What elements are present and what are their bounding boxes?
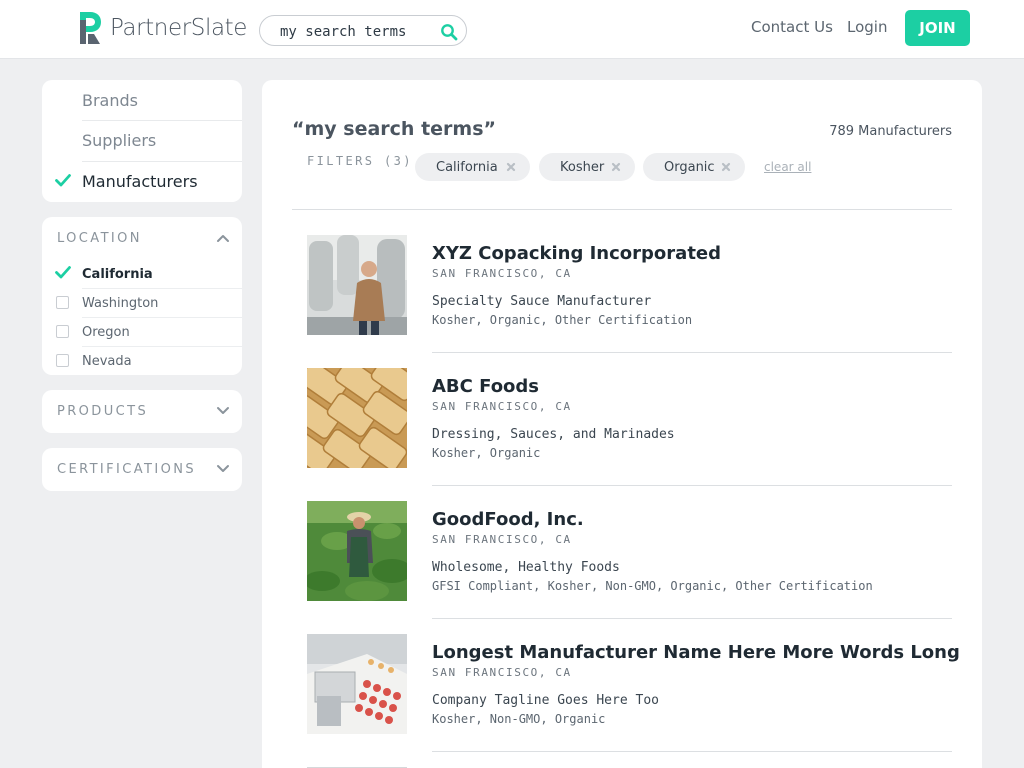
result-image[interactable] <box>307 634 407 734</box>
close-icon[interactable] <box>610 161 622 173</box>
result-name[interactable]: ABC Foods <box>432 376 539 397</box>
close-icon[interactable] <box>720 161 732 173</box>
type-item-brands[interactable]: Brands <box>82 80 242 121</box>
location-label: Oregon <box>82 324 130 340</box>
type-item-label: Brands <box>82 91 138 110</box>
search-input[interactable] <box>280 22 430 41</box>
clear-all-link[interactable]: clear all <box>764 160 811 174</box>
chevron-up-icon[interactable] <box>216 233 230 243</box>
type-selector: Brands Suppliers Manufacturers <box>42 80 242 202</box>
divider <box>432 618 952 619</box>
type-item-label: Manufacturers <box>82 172 198 191</box>
result-name[interactable]: Longest Manufacturer Name Here More Word… <box>432 642 960 663</box>
result-location: SAN FRANCISCO, CA <box>432 533 572 546</box>
chip-label: Kosher <box>560 159 605 175</box>
join-button[interactable]: JOIN <box>905 10 970 46</box>
result-location: SAN FRANCISCO, CA <box>432 400 572 413</box>
search-bar <box>259 15 467 46</box>
products-title: PRODUCTS <box>57 404 149 419</box>
result-location: SAN FRANCISCO, CA <box>432 666 572 679</box>
divider <box>292 209 952 210</box>
query-title: “my search terms” <box>292 118 497 140</box>
chip-label: Organic <box>664 159 715 175</box>
result-tagline: Specialty Sauce Manufacturer <box>432 294 652 309</box>
top-header: PartnerSlate Contact Us Login JOIN <box>0 0 1024 59</box>
location-title: LOCATION <box>57 231 142 246</box>
checkmark-icon <box>55 174 71 187</box>
result-name[interactable]: GoodFood, Inc. <box>432 509 584 530</box>
result-certifications: Kosher, Organic, Other Certification <box>432 313 693 327</box>
location-item-california[interactable]: California <box>82 260 153 288</box>
checkbox[interactable] <box>56 325 69 338</box>
type-item-manufacturers[interactable]: Manufacturers <box>82 161 242 202</box>
result-item[interactable]: ABC Foods SAN FRANCISCO, CA Dressing, Sa… <box>307 368 952 501</box>
results-panel: “my search terms” 789 Manufacturers FILT… <box>262 80 982 768</box>
contact-us-link[interactable]: Contact Us <box>751 18 833 36</box>
location-item-oregon[interactable]: Oregon <box>82 318 130 346</box>
divider <box>432 751 952 752</box>
brand-logo[interactable]: PartnerSlate <box>80 12 247 44</box>
location-filter: LOCATION California Washington Oregon Ne… <box>42 217 242 375</box>
products-filter[interactable]: PRODUCTS <box>42 390 242 433</box>
close-icon[interactable] <box>505 161 517 173</box>
result-tagline: Dressing, Sauces, and Marinades <box>432 427 675 442</box>
chevron-down-icon[interactable] <box>216 406 230 416</box>
login-link[interactable]: Login <box>847 18 887 36</box>
result-tagline: Company Tagline Goes Here Too <box>432 693 659 708</box>
result-item[interactable]: XYZ Copacking Incorporated SAN FRANCISCO… <box>307 235 952 368</box>
location-label: Nevada <box>82 353 132 369</box>
result-location: SAN FRANCISCO, CA <box>432 267 572 280</box>
location-label: Washington <box>82 295 159 311</box>
certifications-filter[interactable]: CERTIFICATIONS <box>42 448 242 491</box>
location-item-nevada[interactable]: Nevada <box>82 347 132 375</box>
search-icon[interactable] <box>440 23 458 41</box>
result-item[interactable]: Longest Manufacturer Name Here More Word… <box>307 634 960 767</box>
result-image[interactable] <box>307 235 407 335</box>
result-count: 789 Manufacturers <box>829 124 952 139</box>
checkmark-icon[interactable] <box>55 266 71 279</box>
result-name[interactable]: XYZ Copacking Incorporated <box>432 243 721 264</box>
chip-label: California <box>436 159 498 175</box>
result-image[interactable] <box>307 501 407 601</box>
divider <box>432 485 952 486</box>
filter-chip-california: California <box>415 153 530 181</box>
checkbox[interactable] <box>56 296 69 309</box>
result-image[interactable] <box>307 368 407 468</box>
result-item[interactable]: GoodFood, Inc. SAN FRANCISCO, CA Wholeso… <box>307 501 952 634</box>
filter-chip-kosher: Kosher <box>539 153 635 181</box>
result-certifications: GFSI Compliant, Kosher, Non-GMO, Organic… <box>432 579 873 593</box>
checkbox[interactable] <box>56 354 69 367</box>
result-certifications: Kosher, Organic <box>432 446 541 460</box>
certifications-title: CERTIFICATIONS <box>57 462 197 477</box>
chevron-down-icon[interactable] <box>216 464 230 474</box>
filter-chip-organic: Organic <box>643 153 745 181</box>
brand-name: PartnerSlate <box>110 15 248 41</box>
result-tagline: Wholesome, Healthy Foods <box>432 560 620 575</box>
location-item-washington[interactable]: Washington <box>82 289 158 317</box>
type-item-label: Suppliers <box>82 131 157 150</box>
type-item-suppliers[interactable]: Suppliers <box>82 120 242 161</box>
result-certifications: Kosher, Non-GMO, Organic <box>432 712 606 726</box>
partnerslate-logo-icon <box>80 12 101 44</box>
divider <box>432 352 952 353</box>
location-label: California <box>82 266 153 282</box>
filters-label: FILTERS (3) <box>307 154 413 168</box>
